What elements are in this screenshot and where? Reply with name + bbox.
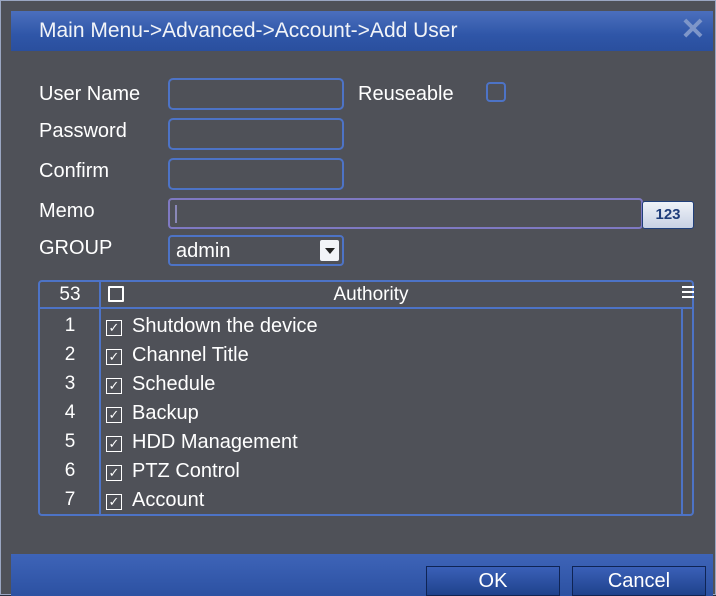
ok-button[interactable]: OK	[426, 566, 560, 596]
group-select-value: admin	[176, 240, 231, 262]
row-number: 2	[64, 344, 76, 365]
text-caret	[175, 205, 177, 223]
row-checkbox[interactable]: ✓	[106, 320, 122, 336]
row-number: 7	[64, 489, 76, 510]
add-user-dialog: Main Menu->Advanced->Account->Add User ✕…	[0, 0, 716, 596]
row-checkbox[interactable]: ✓	[106, 436, 122, 452]
authority-label: Schedule	[132, 373, 216, 395]
close-icon[interactable]: ✕	[679, 15, 707, 45]
confirm-password-input[interactable]	[168, 158, 344, 190]
memo-input[interactable]	[168, 198, 643, 229]
table-row[interactable]: 1 ✓ Shutdown the device	[40, 312, 680, 341]
authority-column-header: Authority	[333, 284, 409, 305]
row-number: 5	[64, 431, 76, 452]
reuseable-label: Reuseable	[358, 83, 454, 105]
scrollbar[interactable]	[681, 309, 694, 514]
authority-table-header: 53 Authority	[40, 282, 694, 309]
memo-label: Memo	[39, 200, 95, 222]
cancel-button[interactable]: Cancel	[572, 566, 706, 596]
row-number: 1	[64, 315, 76, 336]
authority-label: PTZ Control	[132, 460, 240, 482]
authority-label: Shutdown the device	[132, 315, 318, 337]
list-menu-icon[interactable]	[682, 286, 694, 302]
authority-label: HDD Management	[132, 431, 298, 453]
title-bar: Main Menu->Advanced->Account->Add User ✕	[11, 11, 713, 51]
row-number: 3	[64, 373, 76, 394]
table-row[interactable]: 4 ✓ Backup	[40, 399, 680, 428]
authority-table: 53 Authority 1 ✓ Shutdown the device 2 ✓…	[38, 280, 694, 516]
table-row[interactable]: 3 ✓ Schedule	[40, 370, 680, 399]
user-name-input[interactable]	[168, 78, 344, 110]
authority-label: Backup	[132, 402, 199, 424]
row-checkbox[interactable]: ✓	[106, 349, 122, 365]
table-row[interactable]: 5 ✓ HDD Management	[40, 428, 680, 457]
reuseable-checkbox[interactable]	[486, 82, 506, 102]
dialog-title: Main Menu->Advanced->Account->Add User	[39, 19, 458, 42]
group-label: GROUP	[39, 237, 113, 259]
row-checkbox[interactable]: ✓	[106, 378, 122, 394]
row-number: 6	[64, 460, 76, 481]
row-number: 4	[64, 402, 76, 423]
authority-label: Channel Title	[132, 344, 249, 366]
password-label: Password	[39, 120, 127, 142]
keyboard-button[interactable]: 123	[642, 201, 694, 229]
table-row[interactable]: 6 ✓ PTZ Control	[40, 457, 680, 486]
password-input[interactable]	[168, 118, 344, 150]
table-row[interactable]: 7 ✓ Account	[40, 486, 680, 515]
confirm-label: Confirm	[39, 160, 110, 182]
table-row[interactable]: 2 ✓ Channel Title	[40, 341, 680, 370]
user-name-label: User Name	[39, 83, 141, 105]
row-checkbox[interactable]: ✓	[106, 407, 122, 423]
authority-count: 53	[59, 284, 81, 305]
row-checkbox[interactable]: ✓	[106, 494, 122, 510]
authority-label: Account	[132, 489, 205, 511]
group-select[interactable]: admin	[168, 235, 344, 266]
chevron-down-icon[interactable]	[320, 240, 339, 261]
row-checkbox[interactable]: ✓	[106, 465, 122, 481]
